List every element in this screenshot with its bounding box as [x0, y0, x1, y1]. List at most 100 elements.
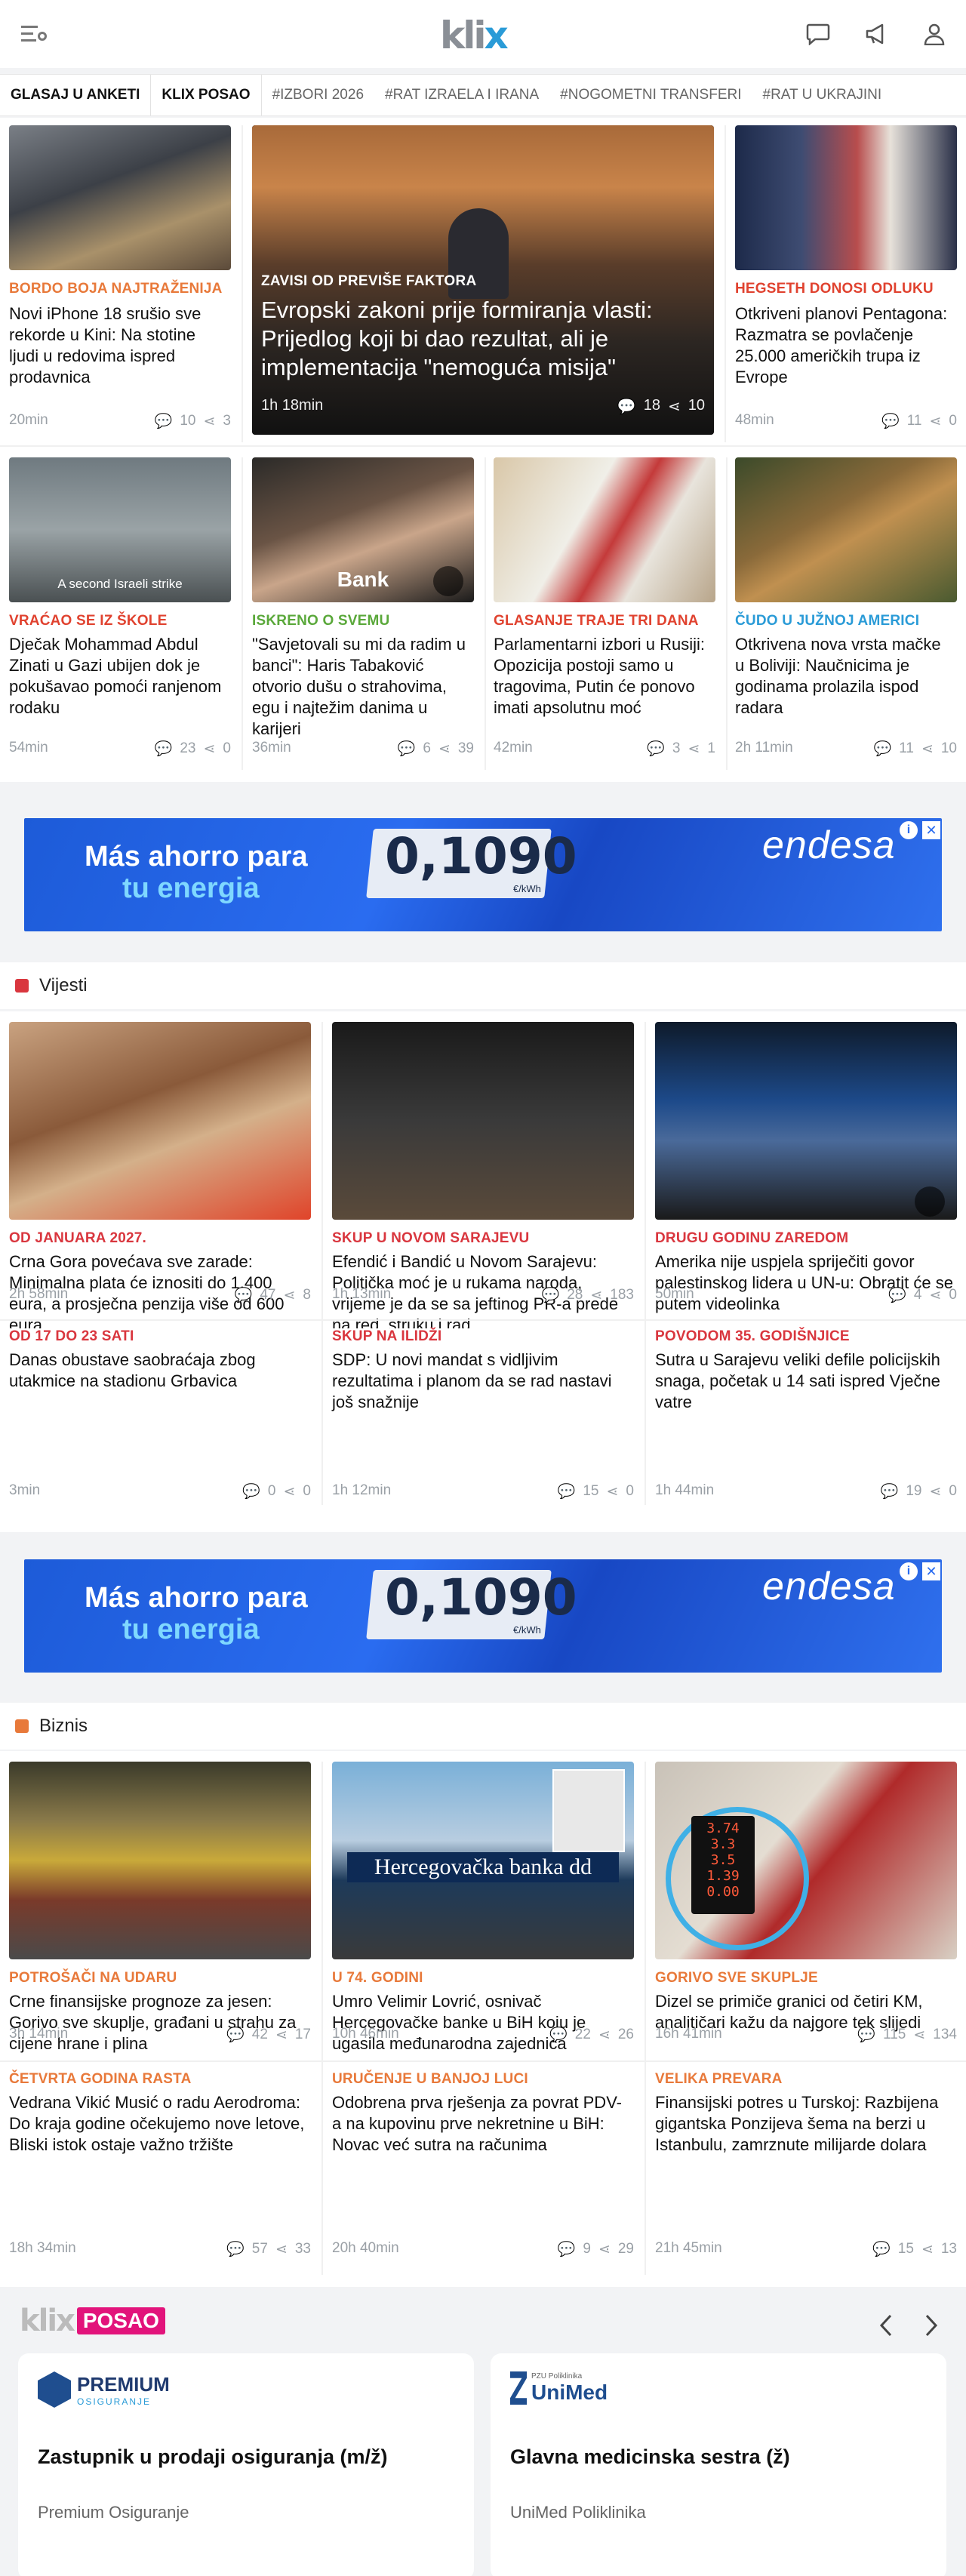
article-card[interactable]: A second Israeli strike VRAĆAO SE IZ ŠKOL…: [9, 457, 231, 770]
article-card[interactable]: Hercegovačka banka dd U 74. GODINI Umro Ve…: [332, 1762, 634, 2056]
article-time: 1h 12min: [332, 1482, 392, 1498]
article-card[interactable]: POVODOM 35. GODIŠNJICE Sutra u Sarajevu v…: [655, 1328, 957, 1513]
article-time: 10h 46min: [332, 2026, 399, 2042]
fuel-price: 0.00: [706, 1884, 740, 1900]
ad-info-icon[interactable]: i: [900, 1562, 918, 1580]
comment-icon: 💬: [234, 1288, 253, 1303]
article-category: HEGSETH DONOSI ODLUKU: [735, 281, 934, 297]
nav-item[interactable]: GLASAJ U ANKETI: [0, 75, 152, 115]
article-category: BORDO BOJA NAJTRAŽENIJA: [9, 281, 223, 297]
divider: [242, 457, 243, 770]
section-header-biznis[interactable]: Biznis: [0, 1703, 966, 1750]
featured-article[interactable]: ZAVISI OD PREVIŠE FAKTORA Evropski zakon…: [252, 125, 714, 435]
nav-item[interactable]: #RAT U UKRAJINI: [752, 75, 893, 115]
article-meta: 16h 41min 💬 115 ⋖ 134: [655, 2026, 957, 2044]
site-logo[interactable]: klix: [440, 14, 509, 57]
article-title: Crne finansijske prognoze za jesen: Gori…: [9, 1992, 297, 2053]
ad-info-icon[interactable]: i: [900, 821, 918, 839]
logo-sub: PZU Poliklinika: [531, 2371, 583, 2381]
comment-icon: 💬: [226, 2242, 245, 2257]
article-time: 18h 34min: [9, 2240, 76, 2256]
header-actions: [806, 23, 945, 45]
article-card[interactable]: ČETVRTA GODINA RASTA Vedrana Vikić Musić …: [9, 2071, 311, 2270]
article-card[interactable]: SKUP NA ILIDŽI SDP: U novi mandat s vidlj…: [332, 1328, 634, 1513]
posao-logo[interactable]: klix POSAO: [20, 2304, 165, 2338]
article-card[interactable]: SKUP U NOVOM SARAJEVU Efendić i Bandić u …: [332, 1022, 634, 1334]
nav-item[interactable]: #RAT IZRAELA I IRANA: [374, 75, 549, 115]
comment-count: 19: [906, 1483, 922, 1499]
article-category: VRAĆAO SE IZ ŠKOLE: [9, 613, 168, 629]
featured-category: ZAVISI OD PREVIŠE FAKTORA: [261, 273, 477, 289]
share-icon: ⋖: [590, 1287, 603, 1303]
advertisement-banner[interactable]: Más ahorro para tu energia 0,1090 €/kWh …: [24, 1559, 942, 1673]
article-time: 36min: [252, 740, 291, 756]
job-card[interactable]: PZU Poliklinika UniMed Glavna medicinska …: [491, 2353, 946, 2576]
logo-name: UniMed: [531, 2380, 608, 2404]
advertisement-banner[interactable]: Más ahorro para tu energia 0,1090 €/kWh …: [24, 818, 942, 931]
comment-count: 11: [899, 740, 914, 756]
chevron-left-icon[interactable]: [877, 2313, 895, 2338]
article-card[interactable]: URUČENJE U BANJOJ LUCI Odobrena prva rješ…: [332, 2071, 634, 2270]
article-time: 3h 14min: [9, 2026, 69, 2042]
article-card[interactable]: OD 17 DO 23 SATI Danas obustave saobraćaj…: [9, 1328, 311, 1513]
menu-search-icon[interactable]: [21, 23, 48, 45]
share-count: 13: [940, 2241, 957, 2257]
share-count: 10: [688, 397, 705, 414]
article-meta: 21h 45min 💬 15 ⋖ 13: [655, 2240, 957, 2258]
ad-close-icon[interactable]: ✕: [922, 821, 940, 839]
ad-close-icon[interactable]: ✕: [922, 1562, 940, 1580]
article-meta: 42min 💬 3 ⋖ 1: [494, 740, 715, 758]
share-icon: ⋖: [275, 2241, 288, 2257]
share-count: 3: [223, 413, 231, 429]
article-card[interactable]: GLASANJE TRAJE TRI DANA Parlamentarni izb…: [494, 457, 715, 770]
share-icon: ⋖: [438, 740, 451, 757]
share-count: 134: [933, 2027, 957, 2042]
article-card[interactable]: BORDO BOJA NAJTRAŽENIJA Novi iPhone 18 s…: [9, 125, 231, 442]
article-card[interactable]: ČUDO U JUŽNOJ AMERICI Otkrivena nova vrst…: [735, 457, 957, 770]
share-count: 33: [294, 2241, 311, 2257]
article-image: [735, 125, 957, 270]
article-card[interactable]: HEGSETH DONOSI ODLUKU Otkriveni planovi …: [735, 125, 957, 442]
article-card[interactable]: POTROŠAČI NA UDARU Crne finansijske progn…: [9, 1762, 311, 2056]
section-header-vijesti[interactable]: Vijesti: [0, 962, 966, 1009]
article-meta: 1h 44min 💬 19 ⋖ 0: [655, 1482, 957, 1500]
divider: [485, 457, 486, 770]
divider: [726, 457, 728, 770]
article-time: 16h 41min: [655, 2026, 722, 2042]
article-card[interactable]: VELIKA PREVARA Finansijski potres u Tursk…: [655, 2071, 957, 2270]
article-category: ČUDO U JUŽNOJ AMERICI: [735, 613, 920, 629]
comment-icon: 💬: [647, 741, 665, 757]
chevron-right-icon[interactable]: [922, 2313, 940, 2338]
article-card[interactable]: DRUGU GODINU ZAREDOM Amerika nije uspjela…: [655, 1022, 957, 1316]
nav-item[interactable]: #IZBORI 2026: [262, 75, 374, 115]
section-marker: [15, 1719, 29, 1733]
article-image: 3.74 3.3 3.5 1.39 0.00: [655, 1762, 957, 1959]
comment-icon: 💬: [557, 1484, 576, 1500]
article-card[interactable]: Bank ISKRENO O SVEMU "Savjetovali su mi da…: [252, 457, 474, 770]
nav-item[interactable]: KLIX POSAO: [151, 75, 262, 115]
article-meta: 2h 11min 💬 11 ⋖ 10: [735, 740, 957, 758]
fuel-price-display: 3.74 3.3 3.5 1.39 0.00: [691, 1816, 755, 1914]
share-icon: ⋖: [606, 1483, 619, 1500]
share-count: 0: [949, 413, 957, 429]
comment-count: 57: [251, 2241, 268, 2257]
article-card[interactable]: OD JANUARA 2027. Crna Gora povećava sve z…: [9, 1022, 311, 1334]
comment-icon: 💬: [154, 741, 173, 757]
portrait-inset: [552, 1769, 625, 1852]
comments-icon[interactable]: [806, 23, 830, 45]
topics-nav: GLASAJ U ANKETI KLIX POSAO #IZBORI 2026 #RA…: [0, 74, 966, 116]
article-meta: 50min 💬 4 ⋖ 0: [655, 1286, 957, 1304]
article-image: [655, 1022, 957, 1220]
user-icon[interactable]: [924, 23, 945, 45]
ad-line1: Más ahorro para: [85, 1582, 308, 1614]
article-title: Parlamentarni izbori u Rusiji: Opozicija…: [494, 635, 705, 717]
comment-icon: 💬: [617, 399, 636, 415]
comment-icon: 💬: [880, 1484, 899, 1500]
nav-item[interactable]: #NOGOMETNI TRANSFERI: [549, 75, 752, 115]
fuel-price: 1.39: [706, 1868, 740, 1884]
ad-brand: endesa: [762, 1565, 896, 1608]
article-card[interactable]: 3.74 3.3 3.5 1.39 0.00 GORIVO SVE SKUPLJE Dize…: [655, 1762, 957, 2056]
job-card[interactable]: PREMIUM OSIGURANJE Zastupnik u prodaji os…: [18, 2353, 474, 2576]
megaphone-icon[interactable]: [865, 23, 889, 45]
article-title: Odobrena prva rješenja za povrat PDV-a n…: [332, 2093, 622, 2154]
